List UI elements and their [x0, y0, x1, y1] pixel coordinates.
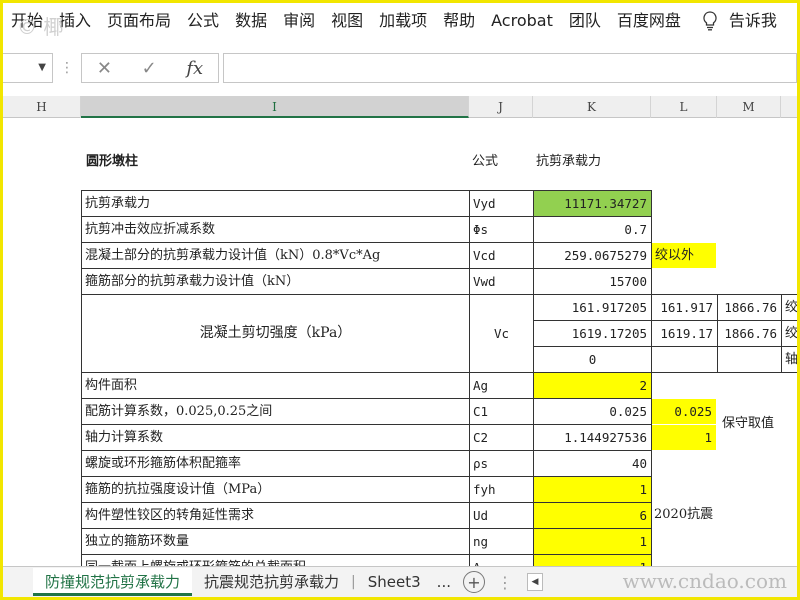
column-header-i[interactable]: I: [81, 96, 469, 118]
row-value-vyd[interactable]: 11171.34727: [533, 190, 652, 217]
row-label-vcd[interactable]: 混凝土部分的抗剪承载力设计值（kN）0.8*Vc*Ag: [81, 242, 470, 269]
row-value-c2[interactable]: 1.144927536: [533, 424, 652, 451]
section-title[interactable]: 圆形墩柱: [83, 149, 463, 175]
row-label-ag[interactable]: 构件面积: [81, 372, 470, 399]
vc-m-3[interactable]: [717, 346, 782, 373]
note-2020-seismic[interactable]: 2020抗震: [651, 502, 721, 529]
vc-n-1[interactable]: 绞: [781, 294, 797, 321]
row-sym-fyh[interactable]: fyh: [469, 476, 534, 503]
note-hinge-outside[interactable]: 绞以外: [652, 243, 716, 268]
check-icon[interactable]: ✓: [142, 58, 157, 79]
row-label-ud[interactable]: 构件塑性铰区的转角延性需求: [81, 502, 470, 529]
formula-input[interactable]: [223, 53, 797, 83]
menu-review[interactable]: 审阅: [275, 3, 323, 39]
row-label-vc[interactable]: 混凝土剪切强度（kPa）: [81, 294, 470, 373]
grip-icon: ⋮: [60, 60, 74, 76]
add-sheet-icon[interactable]: +: [462, 571, 485, 593]
column-header-l[interactable]: L: [651, 96, 717, 118]
row-value-rhos[interactable]: 40: [533, 450, 652, 477]
cancel-icon[interactable]: ✕: [97, 58, 112, 79]
formula-bar: ▼ ⋮ ✕ ✓ fx: [3, 50, 797, 86]
row-label-a[interactable]: 同一截面上螺旋或环形箍筋的总截面积: [81, 554, 470, 566]
vc-n-3[interactable]: 轴: [781, 346, 797, 373]
header-formula[interactable]: 公式: [469, 149, 533, 175]
row-value-fyh[interactable]: 1: [533, 476, 652, 503]
row-label-fyh[interactable]: 箍筋的抗拉强度设计值（MPa）: [81, 476, 470, 503]
row-value-vwd[interactable]: 15700: [533, 268, 652, 295]
vc-m-1[interactable]: 1866.76: [717, 294, 782, 321]
vc-value-1[interactable]: 161.917205: [533, 294, 652, 321]
vc-l-3[interactable]: [651, 346, 718, 373]
row-value-vcd[interactable]: 259.0675279: [533, 242, 652, 269]
worksheet-grid[interactable]: H I J K L M 圆形墩柱 公式 抗剪承载力 抗剪承载力 Vyd 1117…: [3, 96, 797, 566]
row-sym-vcd[interactable]: Vcd: [469, 242, 534, 269]
row-sym-vwd[interactable]: Vwd: [469, 268, 534, 295]
c1-l-value[interactable]: 0.025: [652, 399, 716, 424]
column-header-m[interactable]: M: [717, 96, 781, 118]
row-label-phis[interactable]: 抗剪冲击效应折减系数: [81, 216, 470, 243]
formula-buttons: ✕ ✓ fx: [81, 53, 219, 83]
grip-icon: ⋮: [496, 572, 513, 592]
menu-baidu-netdisk[interactable]: 百度网盘: [609, 3, 689, 39]
column-header-n[interactable]: [781, 96, 797, 118]
horizontal-scrollbar[interactable]: ◀: [526, 573, 543, 591]
column-header-j[interactable]: J: [469, 96, 533, 118]
menu-team[interactable]: 团队: [561, 3, 609, 39]
menu-page-layout[interactable]: 页面布局: [99, 3, 179, 39]
ribbon-menu-bar: 开始 插入 页面布局 公式 数据 审阅 视图 加载项 帮助 Acrobat 团队…: [3, 3, 797, 39]
row-label-vyd[interactable]: 抗剪承载力: [81, 190, 470, 217]
menu-view[interactable]: 视图: [323, 3, 371, 39]
menu-addins[interactable]: 加载项: [371, 3, 435, 39]
menu-formulas[interactable]: 公式: [179, 3, 227, 39]
vc-l-1[interactable]: 161.917: [651, 294, 718, 321]
row-sym-ud[interactable]: Ud: [469, 502, 534, 529]
row-sym-a[interactable]: A: [469, 554, 534, 566]
column-headers: H I J K L M: [3, 96, 797, 118]
chevron-down-icon[interactable]: ▼: [38, 62, 46, 73]
menu-data[interactable]: 数据: [227, 3, 275, 39]
vc-m-2[interactable]: 1866.76: [717, 320, 782, 347]
row-sym-c1[interactable]: C1: [469, 398, 534, 425]
column-header-k[interactable]: K: [533, 96, 651, 118]
row-label-ng[interactable]: 独立的箍筋环数量: [81, 528, 470, 555]
tab-sheet3[interactable]: Sheet3: [356, 568, 433, 596]
row-sym-c2[interactable]: C2: [469, 424, 534, 451]
c2-l-value[interactable]: 1: [652, 425, 716, 450]
row-label-c1[interactable]: 配筋计算系数，0.025,0.25之间: [81, 398, 470, 425]
lightbulb-icon[interactable]: [699, 10, 721, 32]
row-value-c1[interactable]: 0.025: [533, 398, 652, 425]
scroll-left-icon[interactable]: ◀: [526, 573, 543, 591]
row-value-phis[interactable]: 0.7: [533, 216, 652, 243]
name-box[interactable]: ▼: [3, 53, 53, 83]
vc-l-2[interactable]: 1619.17: [651, 320, 718, 347]
row-sym-phis[interactable]: Φs: [469, 216, 534, 243]
row-value-ag[interactable]: 2: [533, 372, 652, 399]
insert-function-icon[interactable]: fx: [186, 58, 203, 79]
row-label-vwd[interactable]: 箍筋部分的抗剪承载力设计值（kN）: [81, 268, 470, 295]
menu-acrobat[interactable]: Acrobat: [483, 3, 561, 39]
watermark-logo: © 椰: [17, 15, 64, 39]
menu-help[interactable]: 帮助: [435, 3, 483, 39]
column-header-h[interactable]: H: [3, 96, 81, 118]
note-conservative[interactable]: 保守取值: [719, 411, 781, 437]
row-sym-ag[interactable]: Ag: [469, 372, 534, 399]
row-value-ng[interactable]: 1: [533, 528, 652, 555]
row-sym-rhos[interactable]: ρs: [469, 450, 534, 477]
row-sym-vc[interactable]: Vc: [469, 294, 534, 373]
row-label-rhos[interactable]: 螺旋或环形箍筋体积配箍率: [81, 450, 470, 477]
row-value-a[interactable]: 1: [533, 554, 652, 566]
tell-me-search[interactable]: 告诉我: [721, 3, 785, 39]
vc-value-2[interactable]: 1619.17205: [533, 320, 652, 347]
vc-n-2[interactable]: 绞: [781, 320, 797, 347]
watermark-text: www.cndao.com: [622, 569, 787, 593]
row-value-ud[interactable]: 6: [533, 502, 652, 529]
vc-value-3[interactable]: 0: [533, 346, 652, 373]
row-sym-ng[interactable]: ng: [469, 528, 534, 555]
row-label-c2[interactable]: 轴力计算系数: [81, 424, 470, 451]
tab-more[interactable]: ...: [433, 568, 455, 596]
tab-seismic-shear[interactable]: 抗震规范抗剪承载力: [192, 568, 351, 596]
row-sym-vyd[interactable]: Vyd: [469, 190, 534, 217]
header-value[interactable]: 抗剪承载力: [533, 149, 651, 175]
tab-collision-shear[interactable]: 防撞规范抗剪承载力: [33, 568, 193, 596]
